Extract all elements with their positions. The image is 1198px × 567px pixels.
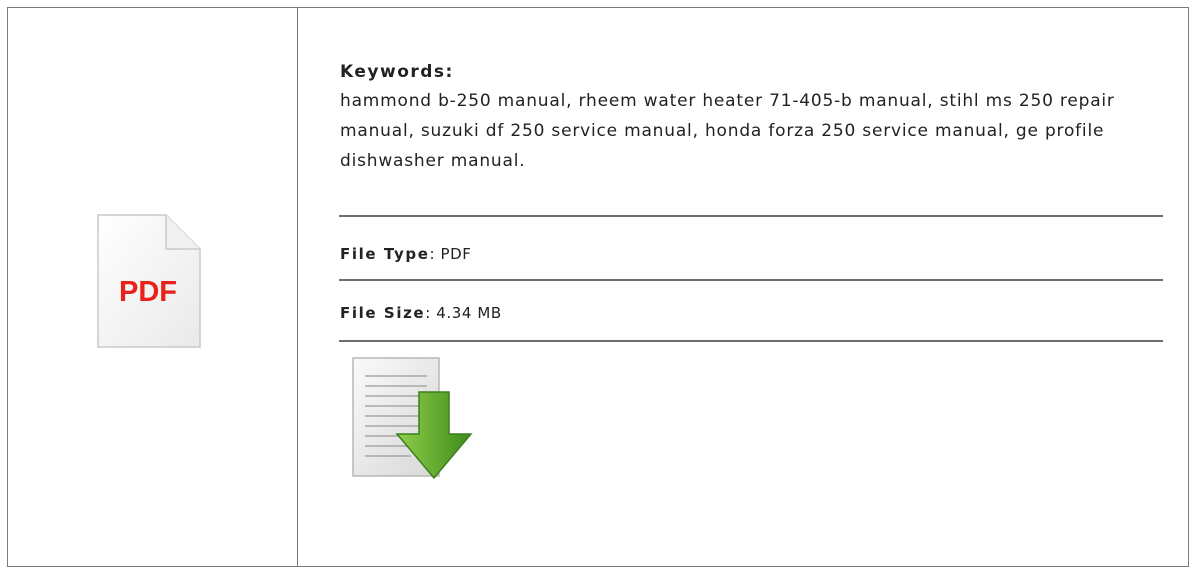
file-size-row: File Size: 4.34 MB [340,304,502,322]
keywords-text: hammond b-250 manual, rheem water heater… [340,91,1115,171]
keywords-label: Keywords [340,62,446,82]
file-type-label: File Type [340,245,430,263]
file-type-value: PDF [440,245,472,263]
file-type-separator: : [429,245,436,263]
pdf-icon-label: PDF [119,276,177,308]
file-size-separator: : [425,304,431,322]
left-column: PDF [8,8,298,566]
download-document-icon[interactable] [351,356,476,481]
pdf-file-icon: PDF [97,214,201,348]
keywords-heading: Keywords: [340,62,1160,82]
file-size-value: 4.34 MB [436,304,502,322]
file-type-row: File Type: PDF [340,245,472,263]
divider [339,279,1163,281]
divider [339,215,1163,217]
divider [339,340,1163,342]
keywords-section: Keywords: hammond b-250 manual, rheem wa… [340,62,1160,176]
right-column: Keywords: hammond b-250 manual, rheem wa… [339,8,1163,566]
file-size-label: File Size [340,304,426,322]
file-info-frame: PDF Keywords: hammond b-250 manual, rhee… [7,7,1189,567]
keywords-separator: : [445,62,454,82]
